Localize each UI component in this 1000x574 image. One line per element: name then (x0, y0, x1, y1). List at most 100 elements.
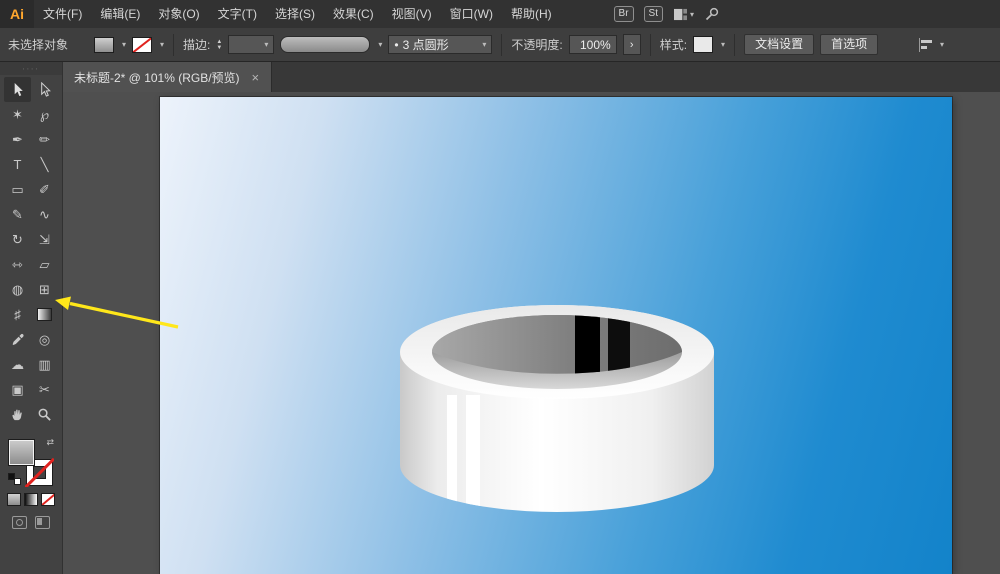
gradient-tool[interactable] (31, 302, 58, 327)
stock-button[interactable]: St (644, 6, 663, 22)
zoom-tool[interactable] (31, 402, 58, 427)
menu-view[interactable]: 视图(V) (383, 0, 441, 28)
brush-definition-dropdown[interactable]: • 3 点圆形 ▾ (388, 35, 492, 54)
direct-selection-tool[interactable] (31, 77, 58, 102)
document-setup-button[interactable]: 文档设置 (744, 34, 814, 55)
eyedropper-tool[interactable] (4, 327, 31, 352)
workspace-icon (673, 8, 688, 21)
menu-type[interactable]: 文字(T) (209, 0, 266, 28)
slice-icon: ✂ (39, 383, 50, 396)
blend-tool[interactable]: ◎ (31, 327, 58, 352)
scale-icon: ⇲ (39, 233, 50, 246)
align-icon[interactable] (918, 38, 934, 52)
tools-panel: ∙∙∙∙ ✶ ℘ ✒ ✏ T ╲ ▭ ✐ ✎ ∿ ↻ ⇲ ⇿ ▱ ◍ ⊞ ♯ ◎… (0, 62, 63, 574)
direct-selection-icon (37, 82, 52, 97)
curvature-tool[interactable]: ✏ (31, 127, 58, 152)
rectangle-tool[interactable]: ▭ (4, 177, 31, 202)
magic-wand-tool[interactable]: ✶ (4, 102, 31, 127)
gradient-button[interactable] (24, 493, 38, 506)
column-graph-tool[interactable]: ▥ (31, 352, 58, 377)
color-button[interactable] (7, 493, 21, 506)
none-button[interactable] (41, 493, 55, 506)
rotate-icon: ↻ (12, 233, 23, 246)
menu-object[interactable]: 对象(O) (149, 0, 208, 28)
app-logo[interactable]: Ai (0, 0, 34, 28)
draw-mode-row (0, 516, 62, 529)
chevron-down-icon: ▾ (690, 10, 694, 19)
chevron-down-icon[interactable]: ▾ (160, 40, 164, 49)
preferences-button[interactable]: 首选项 (820, 34, 878, 55)
stroke-weight-dropdown[interactable]: ▾ (228, 35, 274, 54)
pencil-tool[interactable]: ✎ (4, 202, 31, 227)
brush-name: 3 点圆形 (403, 36, 449, 53)
hand-tool[interactable] (4, 402, 31, 427)
symbol-sprayer-tool[interactable]: ☁ (4, 352, 31, 377)
document-tab-bar: 未标题-2* @ 101% (RGB/预览) × (62, 62, 1000, 92)
workspace-switcher[interactable]: ▾ (673, 8, 694, 21)
fill-color-swatch[interactable] (94, 37, 114, 53)
style-label: 样式: (660, 36, 687, 53)
menu-file[interactable]: 文件(F) (34, 0, 91, 28)
artboard-canvas[interactable] (160, 97, 952, 574)
eyedropper-icon (10, 332, 25, 347)
style-swatch[interactable] (693, 36, 713, 53)
search-button[interactable] (704, 6, 720, 22)
menu-bar: Ai 文件(F) 编辑(E) 对象(O) 文字(T) 选择(S) 效果(C) 视… (0, 0, 1000, 28)
lasso-tool[interactable]: ℘ (31, 102, 58, 127)
swap-fill-stroke-icon[interactable]: ⇄ (46, 437, 54, 448)
line-segment-tool[interactable]: ╲ (31, 152, 58, 177)
draw-normal-button[interactable] (12, 516, 27, 529)
divider (173, 34, 174, 56)
mesh-tool[interactable]: ♯ (4, 302, 31, 327)
rotate-tool[interactable]: ↻ (4, 227, 31, 252)
free-transform-tool[interactable]: ▱ (31, 252, 58, 277)
selection-tool[interactable] (4, 77, 31, 102)
menu-window[interactable]: 窗口(W) (441, 0, 502, 28)
paintbrush-tool[interactable]: ✐ (31, 177, 58, 202)
stroke-color-swatch[interactable] (132, 37, 152, 53)
shaper-tool[interactable]: ∿ (31, 202, 58, 227)
zoom-icon (37, 407, 52, 422)
mesh-icon: ♯ (14, 308, 21, 321)
document-tab[interactable]: 未标题-2* @ 101% (RGB/预览) × (62, 62, 272, 92)
symbol-sprayer-icon: ☁ (11, 358, 24, 371)
menu-edit[interactable]: 编辑(E) (91, 0, 149, 28)
shape-builder-tool[interactable]: ◍ (4, 277, 31, 302)
hand-icon (10, 407, 25, 422)
chevron-down-icon[interactable]: ▾ (940, 40, 944, 49)
opacity-panel-button[interactable]: › (623, 34, 641, 55)
menu-effect[interactable]: 效果(C) (324, 0, 383, 28)
menu-select[interactable]: 选择(S) (266, 0, 324, 28)
screen-mode-button[interactable] (35, 516, 50, 529)
artboard-tool[interactable]: ▣ (4, 377, 31, 402)
selection-icon (10, 82, 25, 97)
chevron-down-icon[interactable]: ▾ (122, 40, 126, 49)
fill-indicator[interactable] (8, 439, 35, 466)
stepper-down-icon[interactable]: ▼ (216, 45, 222, 51)
ring-artwork[interactable] (160, 97, 952, 574)
shape-builder-icon: ◍ (12, 283, 23, 296)
width-tool[interactable]: ⇿ (4, 252, 31, 277)
perspective-grid-tool[interactable]: ⊞ (31, 277, 58, 302)
width-profile-preview[interactable] (280, 36, 370, 53)
artboard-icon: ▣ (11, 383, 23, 396)
toolbar-grip[interactable]: ∙∙∙∙ (0, 62, 62, 75)
type-tool[interactable]: T (4, 152, 31, 177)
stroke-weight-stepper[interactable]: ▲ ▼ (216, 39, 222, 51)
close-icon[interactable]: × (252, 70, 260, 85)
lasso-icon: ℘ (40, 108, 49, 121)
search-icon (704, 6, 720, 22)
chevron-down-icon[interactable]: ▾ (378, 40, 382, 49)
scale-tool[interactable]: ⇲ (31, 227, 58, 252)
bridge-button[interactable]: Br (614, 6, 634, 22)
paint-mode-row (0, 493, 62, 506)
slice-tool[interactable]: ✂ (31, 377, 58, 402)
line-segment-icon: ╲ (41, 158, 49, 171)
menu-help[interactable]: 帮助(H) (502, 0, 561, 28)
width-icon: ⇿ (12, 258, 23, 271)
document-area[interactable] (62, 92, 1000, 574)
default-fill-stroke-button[interactable] (8, 473, 21, 485)
pen-tool[interactable]: ✒ (4, 127, 31, 152)
opacity-field[interactable]: 100% (569, 35, 617, 54)
chevron-down-icon[interactable]: ▾ (721, 40, 725, 49)
